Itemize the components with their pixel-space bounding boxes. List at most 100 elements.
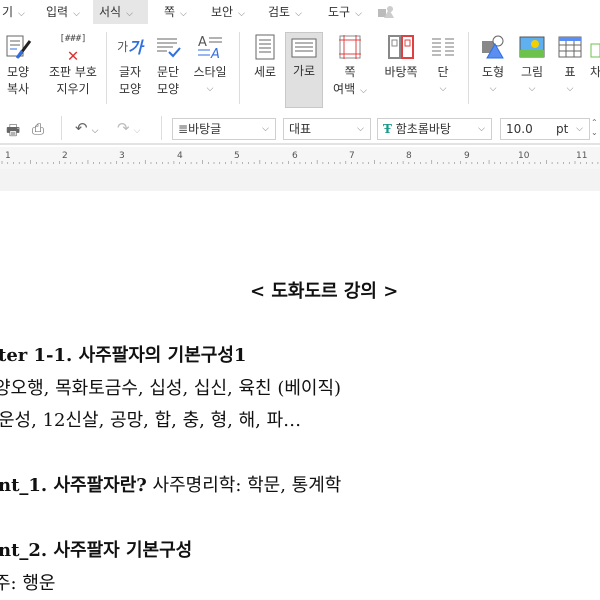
label: 차	[590, 65, 600, 79]
menu-label: 보안	[211, 5, 234, 19]
format-painter-icon	[0, 30, 36, 64]
clear-markup-button[interactable]: [###] ✕ 조판 부호지우기	[42, 30, 104, 98]
undo-icon[interactable]: ↶ ⌵	[75, 119, 98, 137]
chevron-down-icon: ⌵	[528, 84, 536, 94]
style-icon: AA	[190, 30, 230, 64]
font-size-input[interactable]: 10.0 pt ⌵	[500, 118, 590, 140]
divider	[468, 32, 469, 104]
chevron-down-icon: ⌵	[18, 9, 25, 19]
ruler-ticks	[1, 160, 599, 164]
chevron-down-icon: ⌵	[262, 124, 269, 134]
chevron-down-icon: ⌵	[238, 9, 245, 19]
shape-copy-button[interactable]: 모양 복사	[0, 30, 36, 98]
language-value: 대표	[289, 122, 312, 136]
ruler-number: 11	[576, 151, 588, 161]
chevron-down-icon: ⌵	[126, 9, 133, 19]
shapes-icon	[476, 30, 510, 64]
paragraph-line: 양오행, 목화토금수, 십성, 십신, 육친 (베이직)	[0, 378, 342, 399]
ruler-number: 3	[119, 151, 125, 161]
chevron-down-icon: ⌵	[355, 9, 362, 19]
page-gap	[0, 169, 600, 191]
ruler-number: 7	[349, 151, 355, 161]
label: 세로	[253, 65, 277, 79]
point-heading: nt_2. 사주팔자 기본구성	[0, 540, 193, 561]
paragraph-line: 주: 행운	[0, 573, 56, 594]
master-page-button[interactable]: 바탕쪽	[380, 30, 422, 81]
ruler-number: 1	[5, 151, 11, 161]
ruler-number: 5	[234, 151, 240, 161]
ruler-number: 10	[518, 151, 530, 161]
chevron-down-icon: ⌵	[180, 9, 187, 19]
label: 가로	[292, 64, 316, 78]
table-button[interactable]: 표 ⌵	[554, 30, 586, 98]
shapes-icon[interactable]	[378, 5, 394, 19]
print-preview-icon[interactable]: ⎙	[32, 120, 44, 138]
font-size-stepper[interactable]: ⌃ ⌄	[591, 118, 598, 138]
menu-label: 서식	[99, 5, 122, 19]
menu-page[interactable]: 쪽 ⌵	[158, 0, 193, 24]
label: 바탕쪽	[384, 65, 418, 79]
label: 글자	[118, 65, 142, 79]
portrait-page-icon	[247, 30, 283, 64]
divider	[106, 32, 107, 104]
redo-icon[interactable]: ↷ ⌵	[117, 119, 140, 137]
menu-review[interactable]: 검토 ⌵	[262, 0, 308, 24]
ruler-number: 6	[292, 151, 298, 161]
style-list-icon: ≣	[178, 122, 189, 136]
ruler[interactable]: 1 2 3 4 5 6 7 8 9 10 11	[0, 147, 600, 169]
label: 그림	[520, 65, 544, 79]
chapter-heading: ter 1-1. 사주팔자의 기본구성1	[0, 345, 247, 366]
label: 표	[564, 65, 576, 79]
columns-icon	[428, 30, 458, 64]
label: 단	[437, 65, 449, 79]
toolbar: 🖶 ⎙ ↶ ⌵ ↷ ⌵ ≣바탕글 ⌵ 대표 ⌵ Ŧ 함초롬바탕 ⌵ 10.0 pt ⌵ ⌃ ⌄	[0, 110, 600, 145]
style-button[interactable]: AA 스타일 ⌵	[190, 30, 230, 98]
menu-label: 기	[2, 5, 14, 19]
paragraph-icon	[150, 30, 186, 64]
print-icon[interactable]: 🖶	[6, 120, 20, 145]
svg-text:A: A	[210, 47, 220, 60]
chevron-down-icon: ⌵	[576, 124, 583, 134]
master-page-icon	[380, 30, 422, 64]
language-select[interactable]: 대표 ⌵	[283, 118, 371, 140]
chevron-down-icon: ⌵	[295, 9, 302, 19]
ruler-number: 8	[406, 151, 412, 161]
menu-insert[interactable]: 입력 ⌵	[40, 0, 86, 24]
font-select[interactable]: Ŧ 함초롬바탕 ⌵	[377, 118, 492, 140]
menu-tools[interactable]: 도구 ⌵	[322, 0, 368, 24]
point-heading: nt_1. 사주팔자란?	[0, 475, 147, 496]
chevron-down-icon: ⌵	[206, 84, 214, 94]
label: 여백 ⌵	[333, 82, 367, 96]
chevron-down-icon: ⌵	[357, 124, 364, 134]
portrait-button[interactable]: 세로	[247, 30, 283, 81]
chevron-down-icon: ⌵	[566, 84, 574, 94]
landscape-page-icon	[286, 33, 322, 63]
font-value: 함초롬바탕	[395, 122, 451, 136]
clear-markup-icon: [###] ✕	[59, 33, 87, 66]
char-shape-button[interactable]: 가가 글자모양	[112, 30, 148, 98]
landscape-button[interactable]: 가로	[285, 32, 323, 108]
style-select[interactable]: ≣바탕글 ⌵	[172, 118, 276, 140]
columns-button[interactable]: 단 ⌵	[428, 30, 458, 98]
shapes-button[interactable]: 도형 ⌵	[476, 30, 510, 98]
menu-label: 검토	[268, 5, 291, 19]
picture-button[interactable]: 그림 ⌵	[514, 30, 550, 98]
truetype-font-icon: Ŧ	[383, 122, 392, 136]
char-shape-icon: 가가	[117, 37, 143, 57]
style-value: 바탕글	[188, 122, 222, 136]
para-shape-button[interactable]: 문단 모양	[150, 30, 186, 98]
chart-button[interactable]: 차	[590, 30, 600, 81]
menu-label: 도구	[328, 5, 351, 19]
menu-view[interactable]: 기 ⌵	[0, 0, 31, 24]
label: 조판 부호	[49, 65, 97, 79]
ribbon: 모양 복사 [###] ✕ 조판 부호지우기 가가 글자모양 문단 모양 AA 스타일…	[0, 24, 600, 110]
document-page[interactable]: < 도화도르 강의 > ter 1-1. 사주팔자의 기본구성1 양오행, 목화…	[0, 191, 600, 600]
menu-format[interactable]: 서식 ⌵	[93, 0, 148, 24]
label: 모양	[156, 82, 180, 96]
menu-security[interactable]: 보안 ⌵	[205, 0, 251, 24]
label: 지우기	[56, 82, 90, 96]
menu-label: 입력	[46, 5, 69, 19]
label: 모양	[118, 82, 142, 96]
page-margin-button[interactable]: 쪽 여백 ⌵	[330, 30, 370, 100]
paragraph-line: 운성, 12신살, 공망, 합, 충, 형, 해, 파…	[0, 410, 302, 431]
